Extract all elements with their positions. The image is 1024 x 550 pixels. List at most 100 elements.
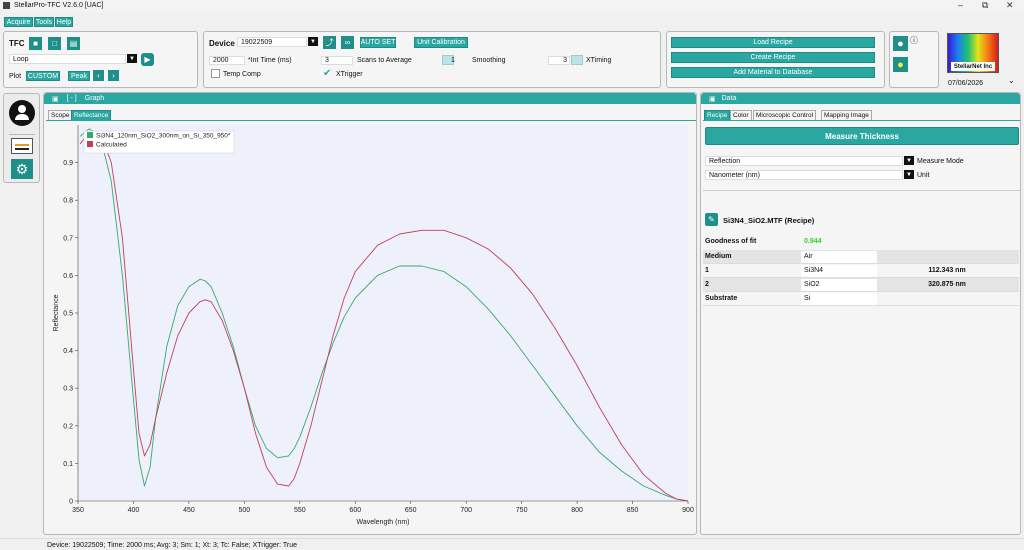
connect-icon[interactable]: ⤴ (323, 36, 336, 49)
data-expand-icon[interactable]: ▣ (709, 95, 716, 103)
reflectance-chart[interactable]: 350 400 450 500 550 600 650 700 750 800 850 900 0 0.1… (44, 123, 696, 531)
load-recipe-button[interactable]: Load Recipe (671, 37, 875, 48)
device-label: Device (209, 39, 235, 48)
layer-label: 2 (705, 281, 709, 288)
graph-header: ▣ [ - ] Graph (44, 93, 696, 104)
logo-text: StellarNet Inc (951, 62, 995, 71)
layer-material[interactable]: Si3N4 (801, 264, 877, 277)
gof-label: Goodness of fit (705, 238, 757, 245)
left-sidebar: ⚙ (3, 93, 40, 183)
graph-collapse-toggle[interactable]: [ - ] (67, 95, 77, 102)
x-tick-label: 750 (516, 507, 528, 514)
x-axis-label: Wavelength (nm) (356, 519, 409, 526)
info-icon[interactable]: ⓘ (910, 35, 918, 46)
x-tick-label: 700 (460, 507, 472, 514)
settings-gear-icon[interactable]: ⚙ (11, 159, 33, 179)
lamp-light-icon[interactable]: ● (893, 57, 908, 72)
int-time-label: *Int Time (ms) (248, 57, 292, 64)
xtrigger-label: XTrigger (336, 71, 363, 78)
loop-value: Loop (13, 55, 29, 63)
smoothing-value: 1 (451, 57, 455, 64)
minimize-button[interactable]: – (958, 0, 963, 10)
run-icon[interactable]: ▶ (141, 53, 154, 66)
temp-comp-label: Temp Comp (223, 71, 261, 78)
tfc-label: TFC (9, 39, 25, 48)
window-title: StellarPro-TFC V2.6.0 [UAC] (14, 2, 104, 9)
layer-label: 1 (705, 267, 709, 274)
save-icon[interactable]: ■ (29, 37, 42, 50)
print-icon[interactable]: ▤ (67, 37, 80, 50)
menu-acquire[interactable]: Acquire (4, 17, 33, 27)
peak-button[interactable]: Peak (68, 71, 90, 81)
layer-thickness: 320.875 nm (928, 281, 966, 288)
layers-table: Medium Air 1 Si3N4 112.343 nm 2 SiO2 320… (703, 250, 1019, 306)
scans-label: Scans to Average (357, 57, 412, 64)
table-row: 2 SiO2 320.875 nm (703, 278, 1019, 292)
create-recipe-button[interactable]: Create Recipe (671, 52, 875, 63)
measure-mode-select[interactable]: Reflection (705, 156, 903, 166)
auto-set-button[interactable]: AUTO SET (360, 37, 396, 48)
data-tab-underline (703, 120, 1020, 121)
maximize-button[interactable]: ⧉ (982, 0, 988, 11)
lamp-dark-icon[interactable]: ● (893, 36, 908, 51)
plot-label: Plot (9, 73, 22, 80)
int-time-input[interactable]: 2000 (209, 56, 245, 65)
loop-dropdown-icon[interactable]: ▼ (127, 54, 137, 63)
legend-swatch (87, 132, 93, 138)
unit-dropdown-icon[interactable]: ▼ (904, 170, 914, 179)
menu-tools[interactable]: Tools (34, 17, 54, 27)
measure-thickness-button[interactable]: Measure Thickness (705, 127, 1019, 145)
graph-view-icon[interactable] (11, 138, 33, 154)
layer-label: Substrate (705, 295, 738, 302)
layer-material[interactable]: Air (801, 250, 877, 263)
data-panel: ▣ Data Recipe Color Microscopic Control … (700, 92, 1021, 535)
temp-comp-checkbox[interactable] (211, 69, 220, 78)
stellarnet-logo: StellarNet Inc (947, 33, 999, 73)
smoothing-input[interactable]: 1 (448, 56, 468, 65)
layer-material[interactable]: Si (801, 292, 877, 305)
xtiming-input[interactable]: 3 (548, 56, 570, 65)
user-avatar-icon[interactable] (9, 100, 35, 126)
measure-mode-value: Reflection (709, 157, 741, 165)
graph-panel: ▣ [ - ] Graph Scope Reflectance 350 400 45… (43, 92, 697, 535)
close-button[interactable]: ✕ (1006, 0, 1014, 11)
device-dropdown-icon[interactable]: ▼ (308, 37, 318, 46)
peak-right-icon[interactable]: › (108, 70, 119, 81)
legend-entry: Si3N4_120nm_SiO2_300nm_on_Si_350_950* (96, 133, 231, 140)
date-label: 07/06/2026 (948, 80, 984, 87)
x-tick-label: 600 (349, 507, 361, 514)
data-divider (703, 190, 1020, 191)
measure-mode-dropdown-icon[interactable]: ▼ (904, 156, 914, 165)
menu-help[interactable]: Help (55, 17, 73, 27)
x-tick-label: 650 (405, 507, 417, 514)
xtrigger-check-icon[interactable]: ✔ (323, 68, 331, 79)
device-select[interactable]: 19022509 (237, 37, 307, 47)
edit-recipe-icon[interactable]: ✎ (705, 213, 718, 226)
layer-thickness: 112.343 nm (928, 267, 966, 274)
layer-material[interactable]: SiO2 (801, 278, 877, 291)
y-tick-label: 0.3 (63, 386, 73, 393)
table-row: Medium Air (703, 250, 1019, 264)
y-tick-label: 0.4 (63, 348, 73, 355)
unit-select[interactable]: Nanometer (nm) (705, 170, 903, 180)
measure-mode-label: Measure Mode (917, 158, 964, 165)
peak-left-icon[interactable]: ‹ (93, 70, 104, 81)
link-icon[interactable]: ∞ (341, 36, 354, 49)
y-tick-label: 0.6 (63, 273, 73, 280)
scans-input[interactable]: 3 (321, 56, 353, 65)
plot-custom-button[interactable]: CUSTOM (26, 71, 60, 81)
unit-value: Nanometer (nm) (709, 171, 760, 179)
status-bar: Device: 19022509; Time: 2000 ms; Avg: 3;… (0, 538, 1024, 550)
collapse-icon[interactable]: ⌄ (1008, 76, 1015, 85)
unit-calibration-button[interactable]: Unit Calibration (414, 37, 468, 48)
add-material-button[interactable]: Add Material to Database (671, 67, 875, 78)
y-tick-label: 0.9 (63, 160, 73, 167)
sidebar-divider (9, 134, 35, 135)
data-header: ▣ Data (701, 93, 1020, 104)
folder-icon[interactable]: □ (48, 37, 61, 50)
x-tick-label: 400 (128, 507, 140, 514)
loop-select[interactable]: Loop (9, 54, 126, 64)
expand-icon[interactable]: ▣ (52, 95, 59, 103)
tab-underline (46, 120, 696, 121)
legend-entry: Calculated (96, 142, 127, 149)
